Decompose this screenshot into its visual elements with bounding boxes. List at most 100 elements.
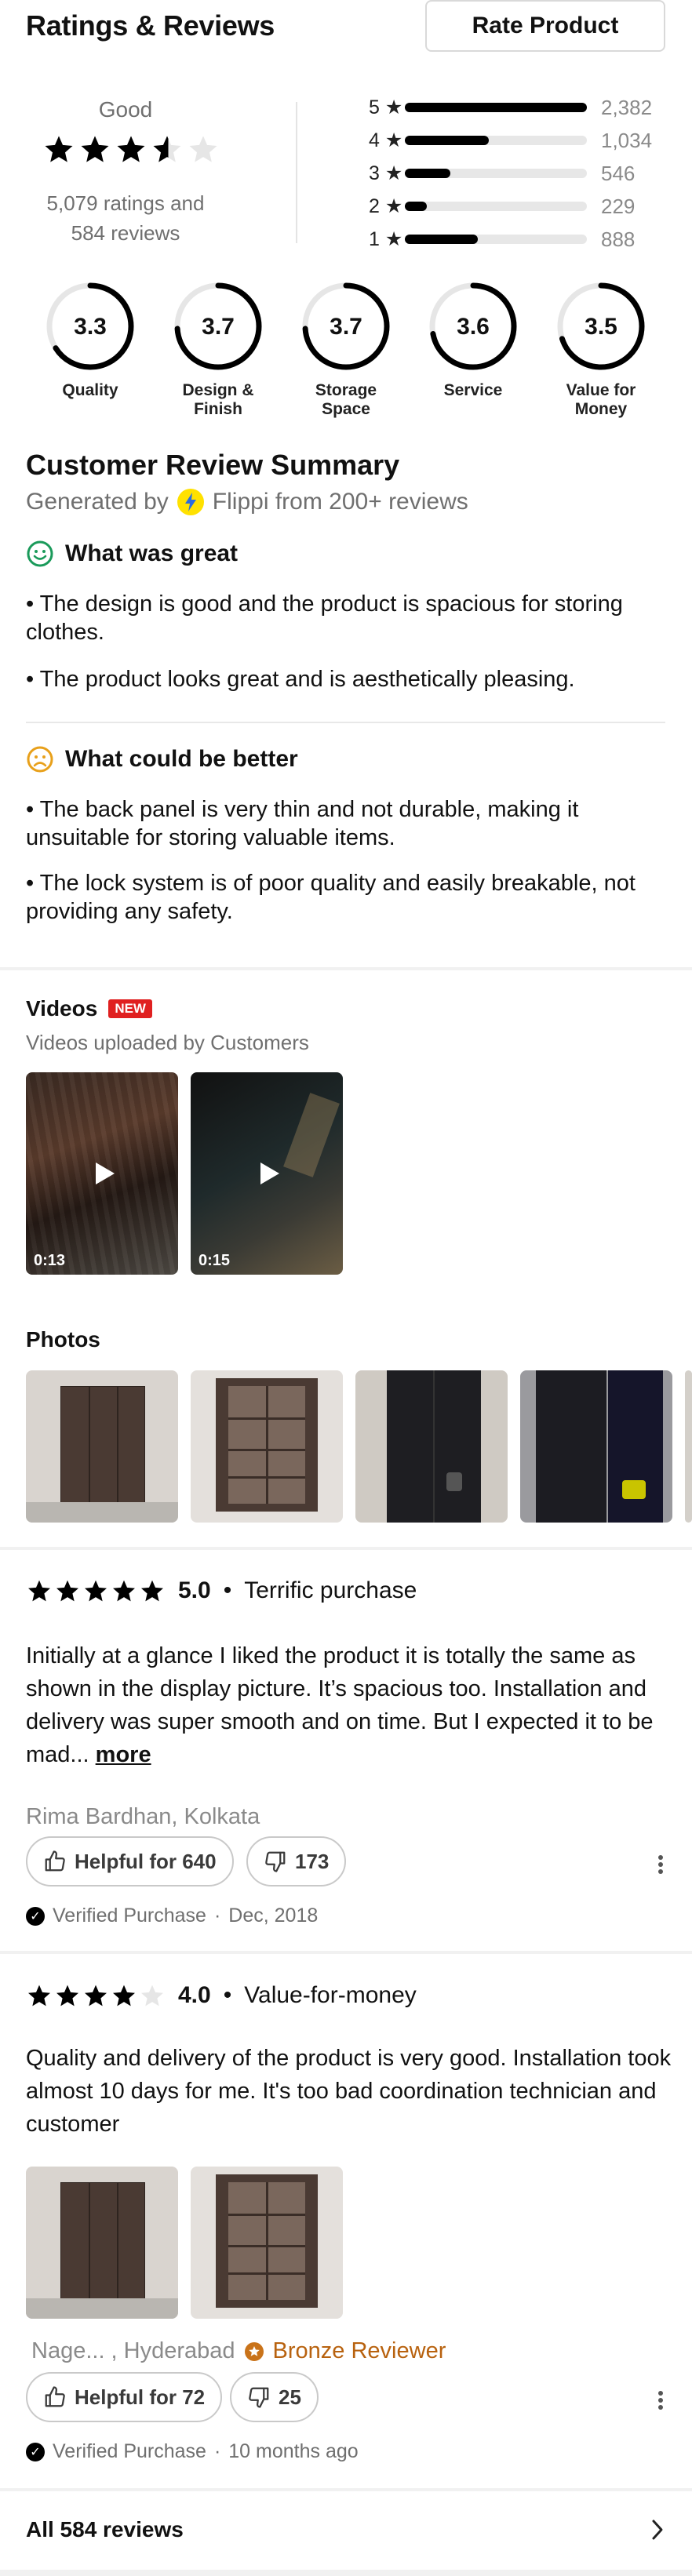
dist-bar-fill [405,103,587,112]
empty-star-icon [189,136,217,162]
star-icon [113,1985,135,2007]
dist-bar [405,169,587,178]
section-divider [0,1951,692,1954]
empty-star-icon [141,1985,163,2007]
dist-bar-fill [405,235,478,244]
better-point: • The back panel is very thin and not du… [26,797,579,850]
what-was-great-heading: What was great [26,540,238,568]
rating-distribution-row: 2 ★ 229 [369,193,675,220]
review-author: Nage... , Hyderabad Bronze Reviewer [31,2338,446,2363]
aspect-score: 3.6 [457,314,490,340]
play-icon[interactable] [96,1162,115,1184]
aspect-label: Value for Money [566,381,636,418]
divider [296,102,297,243]
overall-stars [42,133,220,165]
photo-thumbnail[interactable] [26,1370,178,1523]
photo-thumbnail[interactable] [191,1370,343,1523]
aspect-rating: 3.5 Value for Money [546,279,656,419]
more-options-icon[interactable] [657,1853,664,1876]
all-reviews-link[interactable]: All 584 reviews [0,2490,692,2569]
reviewer-badge: Bronze Reviewer [272,2338,446,2363]
summary-generated-by: Generated by Flippi from 200+ reviews [26,489,468,515]
review-score: 4.0 [178,1982,211,2008]
rating-distribution-row: 1 ★ 888 [369,226,675,253]
rate-product-button[interactable]: Rate Product [425,0,665,52]
dist-count: 229 [601,194,636,218]
review-title: Value-for-money [244,1982,417,2008]
dist-bar [405,136,587,145]
star-icon [56,1580,78,1602]
aspect-label: Quality [62,381,118,399]
helpful-button[interactable]: Helpful for 72 [26,2372,223,2422]
videos-heading: Videos NEW [26,996,152,1021]
dist-star-label: 5 ★ [369,96,403,118]
review-date: Dec, 2018 [228,1905,319,1927]
star-icon [81,136,109,162]
divider [26,722,665,723]
dist-star-label: 2 ★ [369,195,403,217]
chevron-right-icon [652,2520,663,2540]
video-duration: 0:15 [198,1252,231,1269]
verified-check-icon: ✓ [26,1906,45,1926]
aspect-label: Design & Finish [182,381,254,418]
video-thumbnail[interactable]: 0:13 [26,1072,178,1275]
review-photo[interactable] [191,2167,343,2319]
dist-count: 1,034 [601,128,653,152]
video-thumbnail[interactable]: 0:15 [191,1072,343,1275]
aspect-ring: 3.6 [429,282,517,370]
dist-bar [405,235,587,244]
page-title: Ratings & Reviews [26,9,275,42]
dist-bar-fill [405,202,427,211]
verified-purchase: ✓ Verified Purchase · 10 months ago [26,2440,359,2463]
better-point: • The lock system is of poor quality and… [26,871,636,924]
dist-bar [405,202,587,211]
thumbs-up-icon [45,1850,65,1872]
photo-thumbnail[interactable] [685,1370,692,1523]
photo-thumbnail[interactable] [520,1370,672,1523]
review-stars [26,1983,166,2008]
great-point: • The product looks great and is aesthet… [26,667,575,692]
dist-count: 2,382 [601,95,653,119]
frown-icon [27,746,53,773]
review-author: Rima Bardhan, Kolkata [26,1804,260,1829]
dist-bar [405,103,587,112]
play-icon[interactable] [260,1162,279,1184]
thumbs-up-icon [45,2386,65,2407]
photo-thumbnail[interactable] [355,1370,508,1523]
dist-bar-fill [405,136,489,145]
star-icon [56,1985,78,2007]
aspect-score: 3.7 [202,314,235,340]
bottom-spacer [0,2570,692,2576]
dist-star-label: 4 ★ [369,129,403,151]
aspect-rating: 3.3 Quality [35,279,145,400]
verified-purchase: ✓ Verified Purchase · Dec, 2018 [26,1905,318,1927]
not-helpful-button[interactable]: 25 [230,2372,319,2422]
thumbs-down-icon [249,2387,269,2408]
overall-rating-label: Good [98,97,153,122]
read-more-link[interactable]: more [96,1742,151,1767]
review-photo[interactable] [26,2167,178,2319]
video-duration: 0:13 [34,1252,66,1269]
not-helpful-button[interactable]: 173 [246,1836,347,1887]
review-score: 5.0 [178,1577,211,1603]
thumbs-down-icon [265,1851,286,1872]
dist-bar-fill [405,169,450,178]
what-could-be-better-heading: What could be better [26,745,298,773]
review-header: 4.0 • Value-for-money [26,1982,417,2009]
review-body: Quality and delivery of the product is v… [26,2046,672,2137]
dist-count: 888 [601,227,636,251]
aspect-ring: 3.7 [174,282,262,370]
helpful-button[interactable]: Helpful for 640 [26,1836,234,1887]
aspect-ring: 3.3 [46,282,134,370]
summary-title: Customer Review Summary [26,449,400,481]
review-body: Initially at a glance I liked the produc… [26,1643,654,1767]
great-point: • The design is good and the product is … [26,591,623,645]
half-star-icon [153,136,181,162]
star-icon [28,1985,50,2007]
bronze-badge-icon [244,2341,264,2361]
more-options-icon[interactable] [657,2389,664,2412]
new-badge: NEW [108,999,152,1018]
smile-icon [27,540,53,567]
star-icon [113,1580,135,1602]
star-icon [117,136,145,162]
